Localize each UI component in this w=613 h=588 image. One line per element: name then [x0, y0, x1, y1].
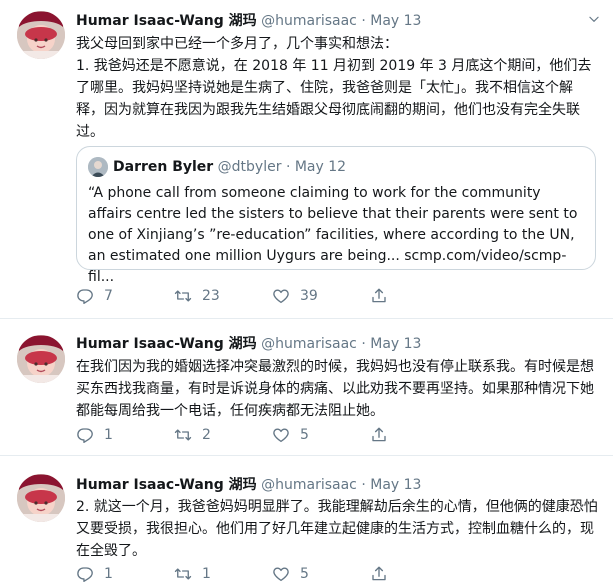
separator-dot: · — [361, 336, 366, 352]
quoted-text: “A phone call from someone claiming to w… — [88, 185, 578, 285]
tweet-date[interactable]: May 13 — [370, 336, 421, 352]
share-icon — [370, 426, 388, 444]
tweet-text: 我父母回到家中已经一个多月了，几个事实和想法： 1. 我爸妈还是不愿意说，在 2… — [76, 36, 592, 140]
avatar[interactable] — [17, 474, 65, 522]
quoted-avatar — [88, 157, 108, 177]
share-button[interactable] — [370, 286, 388, 306]
heart-icon — [272, 287, 290, 305]
retweet-icon — [174, 565, 192, 583]
heart-icon — [272, 565, 290, 583]
tweet-header: Humar Isaac-Wang 湖玛 @humarisaac · May 13 — [76, 334, 603, 354]
share-button[interactable] — [370, 564, 388, 584]
share-button[interactable] — [370, 425, 388, 445]
author-handle[interactable]: @humarisaac — [261, 13, 357, 29]
tweet-date[interactable]: May 13 — [370, 13, 421, 29]
like-button[interactable]: 39 — [272, 286, 318, 306]
share-icon — [370, 565, 388, 583]
tweet-header: Humar Isaac-Wang 湖玛 @humarisaac · May 13 — [76, 11, 603, 31]
tweet-text: 在我们因为我的婚姻选择冲突最激烈的时候，我妈妈也没有停止联系我。有时候是想买东西… — [76, 359, 594, 419]
like-button[interactable]: 5 — [272, 425, 309, 445]
tweet-1[interactable]: Humar Isaac-Wang 湖玛 @humarisaac · May 13… — [0, 0, 613, 319]
retweet-count: 2 — [202, 427, 211, 443]
like-count: 5 — [300, 566, 309, 582]
quoted-author-handle: @dtbyler — [217, 159, 282, 175]
tweet-actions: 7 23 39 — [76, 286, 436, 306]
quoted-date: May 12 — [294, 159, 347, 175]
reply-icon — [76, 287, 94, 305]
author-handle[interactable]: @humarisaac — [261, 336, 357, 352]
reply-icon — [76, 426, 94, 444]
separator-dot: · — [285, 159, 291, 175]
tweet-2[interactable]: Humar Isaac-Wang 湖玛 @humarisaac · May 13… — [0, 319, 613, 456]
reply-button[interactable]: 1 — [76, 425, 113, 445]
like-button[interactable]: 5 — [272, 564, 309, 584]
tweet-3[interactable]: Humar Isaac-Wang 湖玛 @humarisaac · May 13… — [0, 456, 613, 588]
author-handle[interactable]: @humarisaac — [261, 477, 357, 493]
quoted-author-name: Darren Byler — [113, 159, 214, 175]
quoted-tweet[interactable]: Darren Byler @dtbyler · May 12 “A phone … — [76, 146, 596, 285]
reply-button[interactable]: 7 — [76, 286, 113, 306]
tweet-text: 2. 就这一个月，我爸爸妈妈明显胖了。我能理解劫后余生的心情，但他俩的健康恐怕又… — [76, 499, 598, 559]
retweet-icon — [174, 426, 192, 444]
retweet-icon — [174, 287, 192, 305]
reply-count: 1 — [104, 566, 113, 582]
reply-count: 1 — [104, 427, 113, 443]
separator-dot: · — [361, 13, 366, 29]
author-name[interactable]: Humar Isaac-Wang 湖玛 — [76, 477, 257, 493]
avatar[interactable] — [17, 335, 65, 383]
chevron-down-icon[interactable] — [587, 12, 601, 26]
share-icon — [370, 287, 388, 305]
author-name[interactable]: Humar Isaac-Wang 湖玛 — [76, 13, 257, 29]
quoted-header: Darren Byler @dtbyler · May 12 — [113, 157, 346, 177]
reply-icon — [76, 565, 94, 583]
retweet-button[interactable]: 2 — [174, 425, 211, 445]
reply-button[interactable]: 1 — [76, 564, 113, 584]
tweet-date[interactable]: May 13 — [370, 477, 421, 493]
heart-icon — [272, 426, 290, 444]
tweet-actions: 1 2 5 — [76, 425, 436, 445]
author-name[interactable]: Humar Isaac-Wang 湖玛 — [76, 336, 257, 352]
retweet-button[interactable]: 23 — [174, 286, 220, 306]
reply-count: 7 — [104, 288, 113, 304]
like-count: 39 — [300, 288, 318, 304]
separator-dot: · — [361, 477, 366, 493]
like-count: 5 — [300, 427, 309, 443]
tweet-actions: 1 1 5 — [76, 564, 436, 584]
tweet-header: Humar Isaac-Wang 湖玛 @humarisaac · May 13 — [76, 475, 603, 495]
retweet-count: 1 — [202, 566, 211, 582]
retweet-count: 23 — [202, 288, 220, 304]
retweet-button[interactable]: 1 — [174, 564, 211, 584]
avatar[interactable] — [17, 11, 65, 59]
